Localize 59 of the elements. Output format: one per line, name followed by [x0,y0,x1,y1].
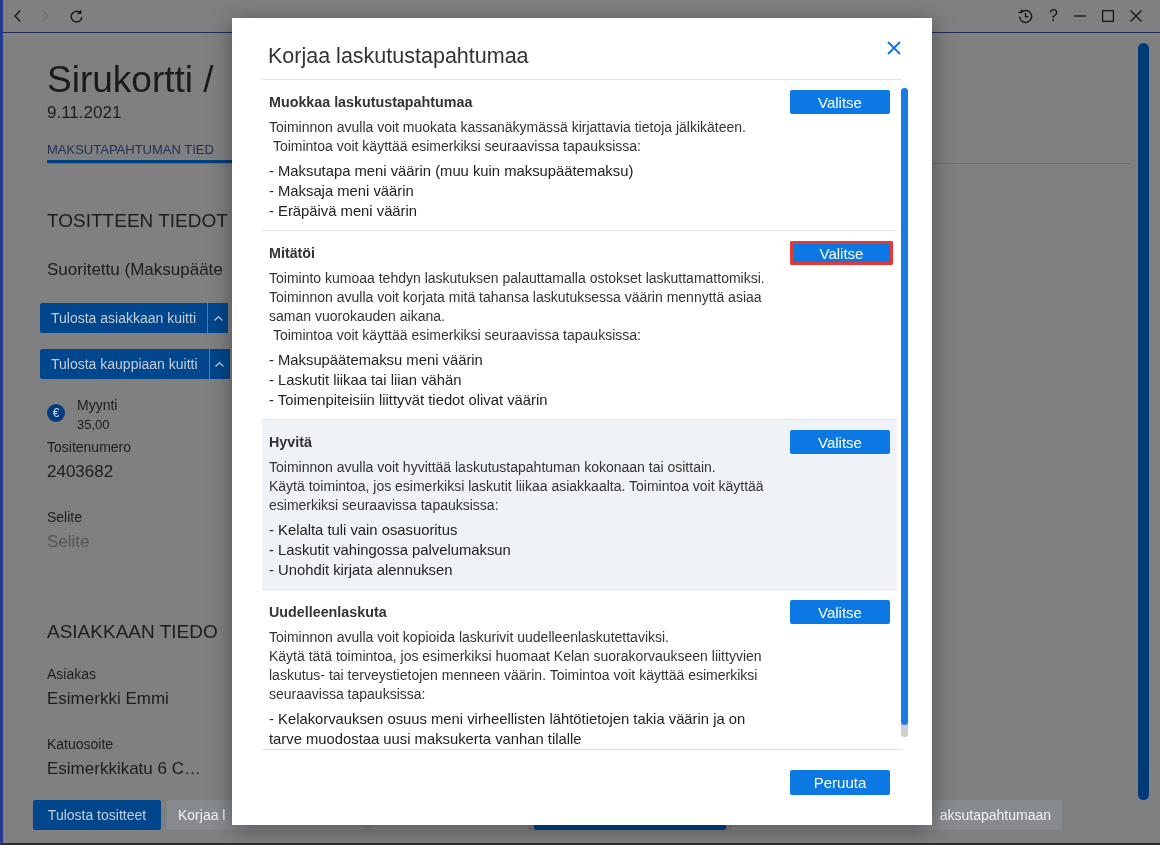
option-title: Hyvitä [269,434,312,450]
caret-icon [213,315,223,321]
field-label: Selite [47,508,83,526]
close-icon[interactable] [887,41,901,55]
option-description: Toiminnon avulla voit kopioida laskurivit uudelleenlaskutettaviksi. [269,628,670,647]
select-button[interactable]: Valitse [790,241,893,265]
field-value: 2403682 [47,461,114,483]
print-button[interactable]: Tulosta kauppiaan kuitti [40,349,209,379]
option-description: Käytä toimintoa, jos esimerkiksi laskutit liikaa asiakkaalta. Toimintoa voit käyttää esimerkiksi seuraavissa tapauksissa: [269,477,765,515]
list-item: - Toimenpiteisiin liittyvät tiedot olivat väärin [269,391,549,410]
field-label: Asiakas [47,665,97,683]
euro-icon: € [47,404,65,422]
option-description: Toimintoa voit käyttää esimerkiksi seuraavissa tapauksissa: [271,326,642,345]
section-heading: TOSITTEEN TIEDOT [47,209,228,233]
select-button[interactable]: Valitse [790,90,890,114]
status-text: Suoritettu (Maksupääte [47,259,223,281]
option-description: Toiminnon avulla voit muokata kassanäkymässä kirjattavia tietoja jälkikäteen. [269,118,747,137]
maximize-icon[interactable] [1102,10,1114,22]
dropdown-toggle[interactable] [208,349,230,379]
field-label: Katuosoite [47,735,114,753]
option-title: Muokkaa laskutustapahtumaa [269,94,473,110]
payment-label: Myynti [77,396,118,415]
list-item: - Kelalta tuli vain osasuoritus [269,521,459,540]
scrollbar-thumb[interactable] [1138,43,1149,800]
cancel-button[interactable]: Peruuta [790,770,890,795]
field-value: Esimerkki Emmi [47,688,169,710]
history-icon[interactable] [1018,8,1034,24]
print-button[interactable]: Tulosta asiakkaan kuitti [40,303,207,333]
toolbar-button[interactable]: Tulosta tositteet [33,800,161,830]
list-item: - Maksaja meni väärin [269,182,415,201]
close-icon[interactable] [1130,10,1142,22]
option-title: Uudelleenlaskuta [269,604,387,620]
option-description: Toiminto kumoaa tehdyn laskutuksen palauttamalla ostokset laskuttamattomiksi. [269,269,766,288]
list-item: - Unohdit kirjata alennuksen [269,561,454,580]
select-button[interactable]: Valitse [790,430,890,454]
back-icon[interactable] [14,10,21,22]
page-title: Sirukortti / [47,58,214,102]
list-item: - Maksutapa meni väärin (muu kuin maksupäätemaksu) [269,162,635,181]
field-value: Esimerkkikatu 6 C… [47,758,201,780]
option-description: Toiminnon avulla voit hyvittää laskutustapahtuman kokonaan tai osittain. [269,458,717,477]
select-button[interactable]: Valitse [790,600,890,624]
dialog-title: Korjaa laskutustapahtumaa [268,43,529,70]
payment-amount: 35,00 [77,416,111,434]
option-description: Käytä tätä toimintoa, jos esimerkiksi huomaat Kelan suorakorvaukseen liittyvien laskutus- tai terveystietojen menneen väärin. Toimintoa voit käyttää esimerkiksi seuraavissa tapauksissa: [269,647,763,704]
option-description: Toimintoa voit käyttää esimerkiksi seuraavissa tapauksissa: [271,137,642,156]
option-title: Mitätöi [269,245,316,261]
list-item: - Eräpäivä meni väärin [269,202,419,221]
option-description: Toiminnon avulla voit korjata mitä tahansa laskutuksessa väärin mennyttä asiaa saman vuorokauden aikana. [269,288,763,326]
list-item: - Kelakorvauksen osuus meni virheellisten lähtötietojen takia väärin ja on tarve muodostaa uusi maksukerta vanhan tilalle [269,710,747,749]
date-text: 9.11.2021 [47,102,122,124]
caret-icon [215,361,225,367]
list-item: - Laskutit liikaa tai liian vähän [269,371,463,390]
dropdown-toggle[interactable] [207,303,228,333]
list-item: - Laskutit vahingossa palvelumaksun [269,541,512,560]
help-button[interactable]: ? [1049,7,1058,25]
reload-icon[interactable] [70,9,83,23]
list-item: - Maksupäätemaksu meni väärin [269,351,484,370]
field-label: Tositenumero [47,438,132,456]
section-heading: ASIAKKAAN TIEDO [47,620,218,644]
